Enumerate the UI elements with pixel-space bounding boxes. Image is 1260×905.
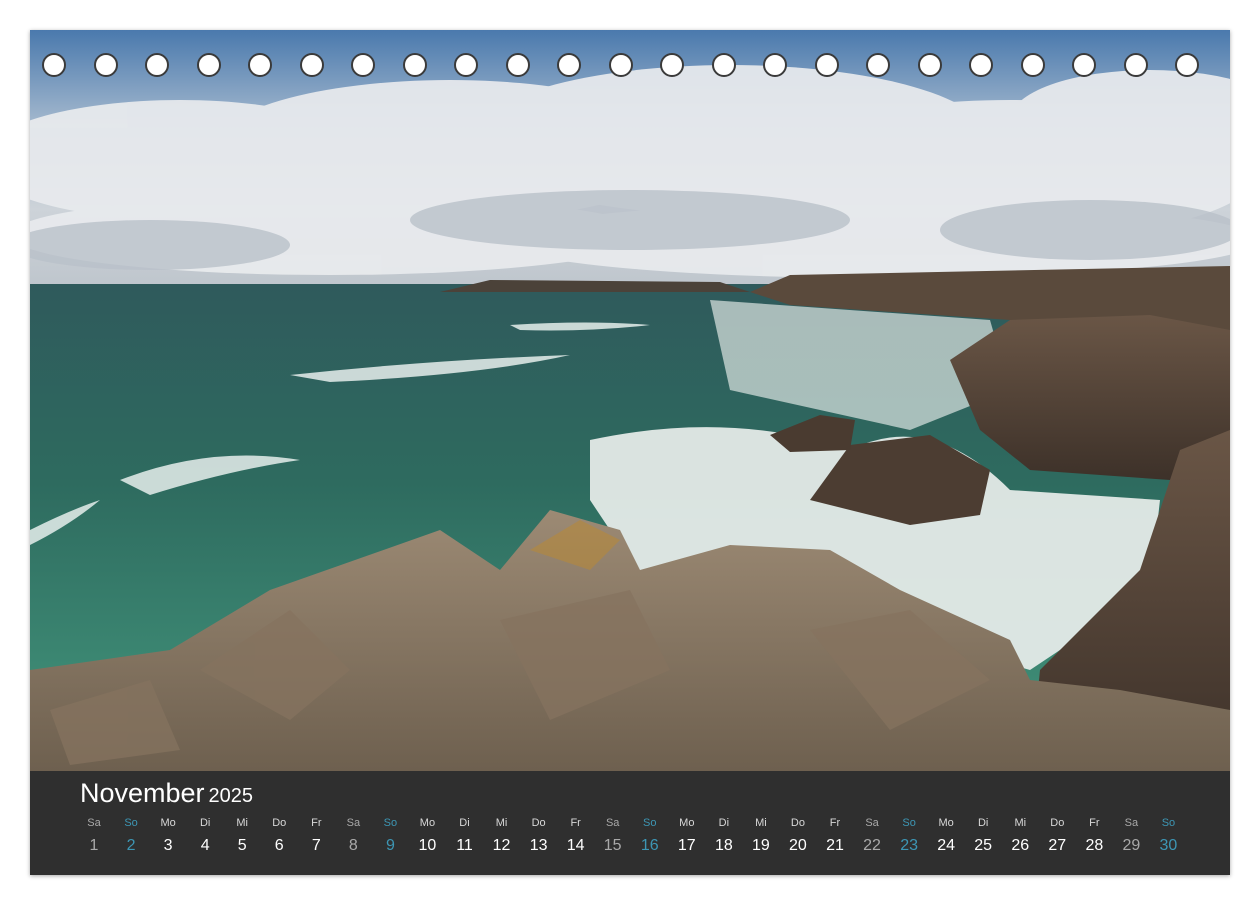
day-number: 20 [789,837,807,854]
binding-hole [1020,53,1045,77]
day-name: Sa [1124,817,1139,829]
day-number: 15 [603,837,622,854]
day-name: Fr [829,817,841,829]
binding-hole [248,53,272,77]
day-name: Mi [755,817,767,829]
binding-hole [196,53,221,77]
day-name: Mi [1014,817,1027,829]
binding-hole [763,53,787,77]
day-number: 16 [640,837,659,854]
binding-hole [711,53,736,77]
binding-hole [1175,53,1199,77]
day-name: Fr [311,817,322,829]
binding-hole [660,53,684,77]
coastal-landscape-photo [30,30,1230,771]
day-number: 1 [89,837,99,854]
binding-hole [1072,53,1096,77]
day-number: 23 [900,837,918,854]
day-number: 24 [937,837,956,854]
day-name: Mo [160,817,176,829]
binding-hole [969,53,993,77]
binding-hole [866,53,890,77]
day-name: Di [199,817,211,829]
day-name: Mi [495,817,508,829]
binding-hole [1123,53,1148,77]
day-number: 29 [1122,837,1141,854]
day-number: 27 [1048,837,1067,854]
binding-hole [351,53,375,77]
day-number: 9 [385,837,395,854]
day-name: Do [272,817,287,829]
day-name: Sa [346,817,361,829]
day-name: Mo [679,817,695,829]
day-grid: Sa 1 So 2 Mo 3 Di 4 Mi 5 Do 6 Fr 7 Sa 8 So 9 Mo 10 Di 11 Mi 12 D… [30,771,1230,875]
day-name: Di [977,817,989,829]
day-name: Fr [570,817,581,829]
binding-holes [30,53,1230,79]
day-number: 25 [974,837,993,854]
day-name: Sa [87,817,101,829]
binding-hole [402,53,427,77]
day-number: 4 [200,837,210,854]
day-name: Do [531,817,546,829]
day-name: So [1161,817,1176,829]
day-number: 21 [826,837,844,854]
day-name: Sa [605,817,620,829]
day-number: 6 [274,837,284,854]
day-number: 14 [566,837,585,854]
day-number: 5 [237,837,247,854]
binding-hole [299,53,324,77]
binding-hole [42,53,66,77]
day-number: 11 [456,837,473,854]
day-number: 2 [126,837,136,854]
day-number: 3 [163,837,173,854]
binding-hole [608,53,633,77]
day-number: 18 [714,837,733,854]
day-name: So [124,817,138,829]
binding-hole [557,53,581,77]
calendar-strip: November 2025 Sa 1 So 2 Mo 3 Di 4 Mi 5 Do 6 Fr 7 Sa 8 So 9… [30,771,1230,875]
day-name: So [383,817,398,829]
day-number: 22 [863,837,881,854]
binding-hole [93,53,118,77]
day-number: 26 [1011,837,1030,854]
day-number: 12 [492,837,511,854]
day-name: So [902,817,916,829]
day-name: Di [459,817,470,829]
day-number: 19 [751,837,770,854]
day-number: 7 [311,837,321,854]
binding-hole [145,53,169,77]
day-name: Do [1050,817,1065,829]
day-number: 13 [529,837,548,854]
binding-hole [505,53,530,77]
day-number: 30 [1159,837,1178,854]
day-number: 8 [348,837,358,854]
day-name: Di [718,817,730,829]
day-name: Do [790,817,805,829]
binding-hole [917,53,942,77]
day-number: 28 [1085,837,1104,854]
day-name: Sa [865,817,879,829]
calendar-page: November 2025 Sa 1 So 2 Mo 3 Di 4 Mi 5 Do 6 Fr 7 Sa 8 So 9… [30,30,1230,875]
day-name: Fr [1089,817,1100,829]
day-name: Mo [938,817,954,829]
day-number: 10 [418,837,437,854]
day-number: 17 [677,837,696,854]
binding-hole [454,53,478,77]
binding-hole [814,53,839,77]
day-name: So [643,817,657,829]
day-name: Mi [236,817,248,829]
day-name: Mo [419,817,436,829]
